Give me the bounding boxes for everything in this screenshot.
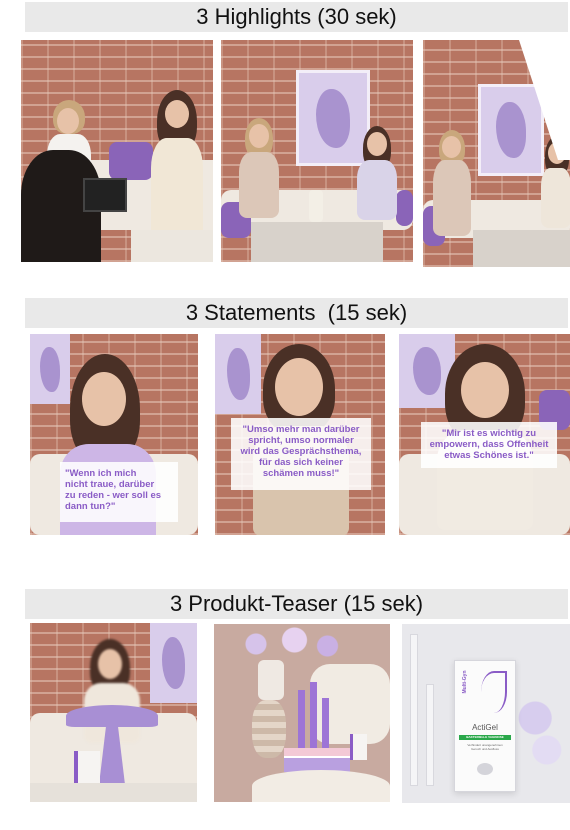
candle — [322, 698, 329, 748]
product-package: Multi-Gyn ActiGel BAKTERIELLE VAGINOSE V… — [454, 660, 516, 792]
candle-holder — [410, 634, 418, 786]
camera — [83, 178, 127, 212]
pillow — [396, 190, 413, 226]
pillow — [109, 142, 153, 180]
vase — [258, 660, 284, 700]
wall-artwork — [150, 623, 197, 703]
coffee-table — [251, 222, 383, 262]
statement-quote-3: "Mir ist es wichtig zu empowern, dass Of… — [421, 422, 557, 468]
section-title-produkt-teaser: 3 Produkt-Teaser (15 sek) — [25, 589, 568, 619]
statement-quote-1: "Wenn ich mich nicht traue, darüber zu r… — [60, 462, 178, 522]
statement-thumbnail-1[interactable]: "Wenn ich mich nicht traue, darüber zu r… — [30, 334, 198, 535]
book-stack — [284, 748, 350, 772]
section-title-statements: 3 Statements (15 sek) — [25, 298, 568, 328]
section-title-highlights: 3 Highlights (30 sek) — [25, 2, 568, 32]
product-teaser-thumbnail-1[interactable] — [30, 623, 197, 802]
candle-holder — [426, 684, 434, 786]
highlight-thumbnail-3[interactable] — [423, 40, 570, 267]
product-logo-icon — [481, 671, 507, 713]
wall-artwork — [478, 84, 544, 176]
product-box — [350, 734, 367, 760]
product-teaser-thumbnail-2[interactable] — [214, 624, 390, 802]
highlight-thumbnail-1[interactable] — [21, 40, 213, 262]
wall-artwork — [296, 70, 370, 166]
statement-thumbnail-2[interactable]: "Umso mehr man darüber spricht, umso nor… — [215, 334, 385, 535]
product-box — [74, 751, 100, 785]
statement-quote-2: "Umso mehr man darüber spricht, umso nor… — [231, 418, 371, 490]
statement-thumbnail-3[interactable]: "Mir ist es wichtig zu empowern, dass Of… — [399, 334, 570, 535]
product-seal-icon — [477, 763, 493, 775]
product-brand: Multi-Gyn — [462, 670, 468, 694]
flower-vase — [309, 190, 323, 222]
product-name: ActiGel — [472, 723, 498, 732]
candle — [298, 690, 305, 748]
product-tagline: BAKTERIELLE VAGINOSE — [459, 735, 511, 740]
side-table — [30, 783, 197, 802]
wall-artwork — [30, 334, 70, 404]
coffee-table — [131, 230, 213, 262]
wall-artwork — [215, 334, 261, 414]
product-teaser-thumbnail-3[interactable]: Multi-Gyn ActiGel BAKTERIELLE VAGINOSE V… — [402, 624, 570, 803]
wavy-vase — [252, 700, 286, 758]
candle — [310, 682, 317, 748]
product-description: Verhindert unangenehmen Geruch und Ausfl… — [467, 743, 503, 751]
flower-bouquet — [234, 624, 344, 664]
coffee-table — [473, 230, 570, 267]
round-table — [252, 770, 390, 802]
flowers — [512, 694, 570, 774]
highlight-thumbnail-2[interactable] — [221, 40, 413, 262]
